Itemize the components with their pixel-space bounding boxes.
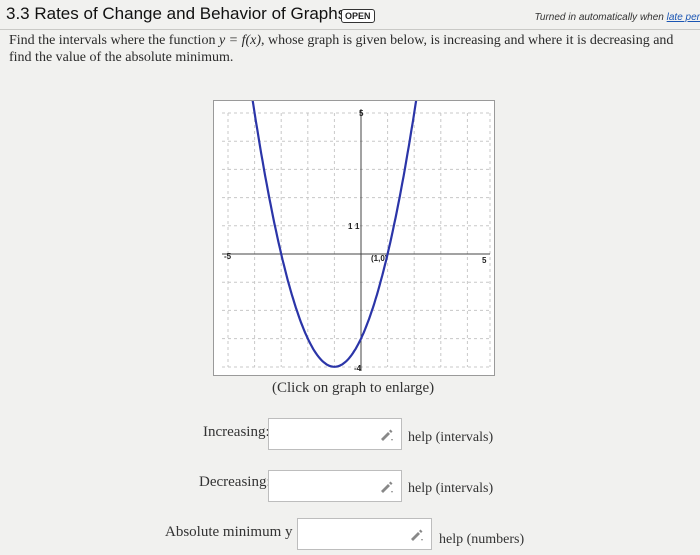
question-text-before: Find the intervals where the function: [9, 33, 219, 48]
tick-label-y-top: 5: [359, 109, 364, 118]
assignment-title: 3.3 Rates of Change and Behavior of Grap…: [6, 4, 347, 23]
top-bar: 3.3 Rates of Change and Behavior of Grap…: [0, 0, 700, 28]
tick-label-x-unit: 1: [348, 222, 353, 231]
tick-label-y-unit: 1: [355, 222, 360, 231]
open-badge: OPEN: [341, 9, 375, 23]
decreasing-label: Decreasing:: [199, 474, 271, 490]
axes: [222, 109, 490, 371]
graph-svg: -5 5 5 -4 1 1 (1,0): [222, 50, 491, 373]
help-intervals-link-1[interactable]: help (intervals): [408, 430, 493, 446]
question-text: Find the intervals where the function y …: [9, 32, 699, 66]
tick-label-x-left: -5: [224, 252, 232, 261]
late-policy-link[interactable]: late per: [667, 12, 700, 23]
graph-caption[interactable]: (Click on graph to enlarge): [272, 380, 434, 397]
turned-in-text: Turned in automatically when: [534, 12, 667, 23]
min-label: Absolute minimum y =: [165, 524, 305, 540]
increasing-label: Increasing:: [203, 424, 270, 440]
pencil-icon[interactable]: [379, 480, 395, 494]
help-numbers-link[interactable]: help (numbers): [439, 532, 524, 548]
min-input[interactable]: [297, 518, 432, 550]
function-graph[interactable]: -5 5 5 -4 1 1 (1,0): [213, 50, 495, 376]
turned-in-note: Turned in automatically when late per: [535, 12, 700, 23]
pencil-icon[interactable]: [409, 528, 425, 542]
increasing-input[interactable]: [268, 418, 402, 450]
decreasing-input[interactable]: [268, 470, 402, 502]
divider: [0, 29, 700, 30]
tick-label-x-right: 5: [482, 256, 487, 265]
tick-label-y-bottom: -4: [354, 364, 362, 373]
tick-labels: -5 5 5 -4 1 1 (1,0): [224, 109, 487, 373]
grid-lines: [222, 112, 491, 368]
help-intervals-link-2[interactable]: help (intervals): [408, 481, 493, 497]
question-math: y = f(x): [218, 33, 262, 48]
pencil-icon[interactable]: [379, 428, 395, 442]
